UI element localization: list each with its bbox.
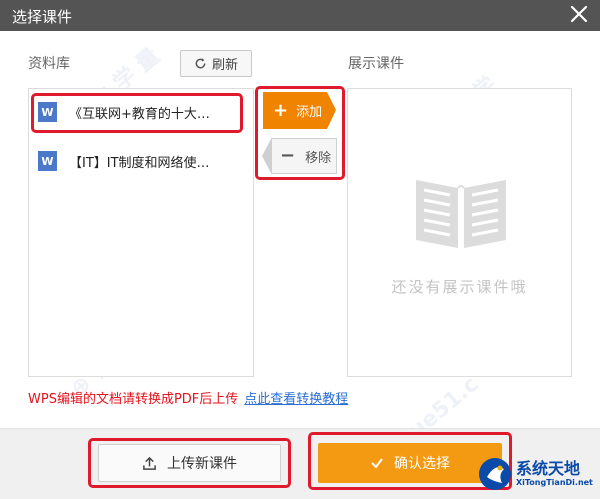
upload-icon	[143, 456, 156, 470]
plus-icon: +	[273, 99, 289, 121]
title-bar: 选择课件	[0, 0, 600, 31]
word-doc-icon: W	[38, 102, 57, 122]
list-item[interactable]: W 《互联网+教育的十大…	[38, 99, 248, 125]
logo-mark-icon	[479, 458, 511, 490]
check-icon	[371, 458, 383, 469]
confirm-button[interactable]: 确认选择	[318, 443, 502, 483]
site-logo: 系统天地 XiTongTianDi.net	[478, 452, 596, 496]
list-item[interactable]: W 【IT】IT制度和网络使…	[38, 148, 248, 174]
add-label: 添加	[296, 105, 323, 120]
upload-new-button[interactable]: 上传新课件	[98, 444, 281, 482]
doc-name: 《互联网+教育的十大…	[69, 106, 210, 122]
refresh-label: 刷新	[211, 58, 238, 73]
window-title: 选择课件	[12, 8, 73, 26]
showcase-label: 展示课件	[348, 56, 404, 72]
conversion-notice: WPS编辑的文档请转换成PDF后上传 点此查看转换教程	[28, 388, 348, 407]
upload-label: 上传新课件	[167, 456, 237, 472]
word-doc-icon: W	[38, 151, 57, 171]
close-icon[interactable]	[568, 3, 590, 25]
refresh-icon	[195, 58, 206, 69]
refresh-button[interactable]: 刷新	[180, 50, 252, 77]
open-book-icon	[416, 180, 506, 248]
remove-label: 移除	[305, 150, 332, 166]
conversion-tutorial-link[interactable]: 点此查看转换教程	[244, 392, 348, 407]
empty-state-text: 还没有展示课件哦	[391, 278, 528, 296]
notice-text: WPS编辑的文档请转换成PDF后上传	[28, 392, 239, 407]
library-panel	[28, 88, 254, 377]
remove-button[interactable]: − 移除	[262, 138, 337, 174]
confirm-label: 确认选择	[394, 456, 450, 472]
logo-text-en: XiTongTianDi.net	[516, 478, 593, 487]
doc-name: 【IT】IT制度和网络使…	[69, 155, 210, 171]
library-label: 资料库	[28, 56, 70, 72]
minus-icon: −	[280, 145, 296, 166]
logo-text-cn: 系统天地	[516, 459, 581, 478]
add-button[interactable]: + 添加	[263, 92, 336, 129]
